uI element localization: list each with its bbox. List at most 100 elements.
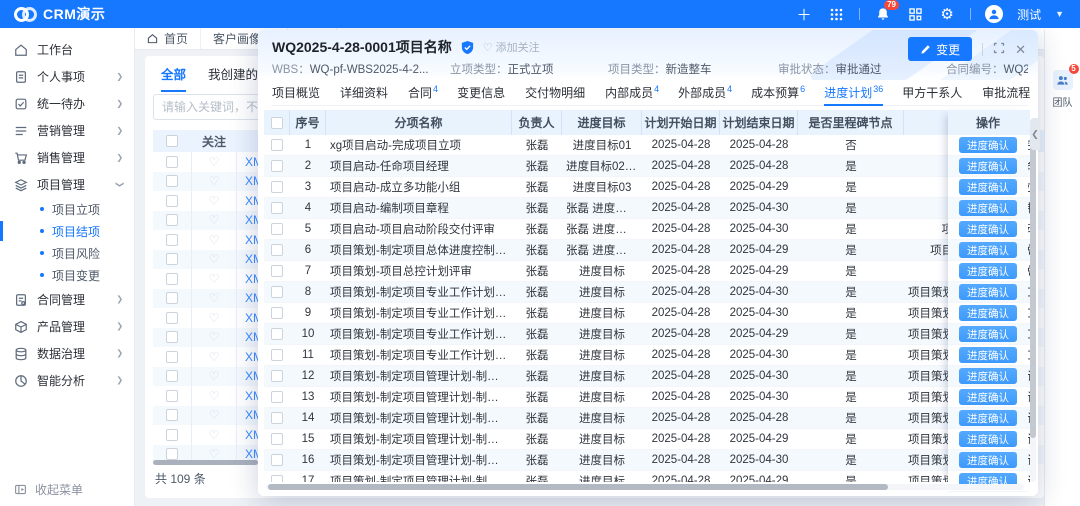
detail-tab[interactable]: 外部成员4 (678, 82, 732, 105)
progress-confirm-button[interactable]: 进度确认 (959, 158, 1017, 174)
row-checkbox[interactable] (271, 307, 283, 319)
table-row[interactable]: 11 项目策划-制定项目专业工作计划-制定产品生产计划 张磊 进度目标 2025… (264, 345, 1030, 366)
table-row[interactable]: 2 项目启动-任命项目经理 张磊 进度目标02进度目标... 2025-04-2… (264, 156, 1030, 177)
sidebar-item-marketing[interactable]: 营销管理 ❯ (0, 117, 134, 144)
sidebar-subitem[interactable]: 项目立项 (0, 198, 134, 220)
favorite-heart-icon[interactable]: ♡ (191, 289, 237, 309)
row-checkbox[interactable] (271, 244, 283, 256)
sidebar-item-data[interactable]: 数据治理 ❯ (0, 340, 134, 367)
progress-confirm-button[interactable]: 进度确认 (959, 284, 1017, 300)
row-checkbox[interactable] (166, 409, 178, 421)
row-checkbox[interactable] (271, 202, 283, 214)
row-checkbox[interactable] (271, 433, 283, 445)
row-checkbox[interactable] (271, 349, 283, 361)
row-checkbox[interactable] (166, 195, 178, 207)
select-all-checkbox[interactable] (166, 135, 178, 147)
favorite-heart-icon[interactable]: ♡ (191, 386, 237, 406)
sidebar-item-sales[interactable]: 销售管理 ❯ (0, 144, 134, 171)
row-checkbox[interactable] (271, 223, 283, 235)
table-vertical-scrollbar[interactable] (1030, 136, 1036, 482)
collapse-menu-button[interactable]: 收起菜单 (0, 481, 134, 498)
select-all-checkbox[interactable] (271, 117, 283, 129)
favorite-heart-icon[interactable]: ♡ (191, 308, 237, 328)
table-row[interactable]: 4 项目启动-编制项目章程 张磊 张磊 进度目标04 2025-04-28 20… (264, 198, 1030, 219)
list-horizontal-scrollbar[interactable] (153, 460, 258, 465)
detail-tab[interactable]: 变更信息 (457, 82, 506, 105)
table-row[interactable]: 9 项目策划-制定项目专业工作计划-制定工艺输出计划 张磊 进度目标 2025-… (264, 303, 1030, 324)
user-avatar[interactable] (985, 5, 1003, 23)
row-checkbox[interactable] (271, 139, 283, 151)
row-checkbox[interactable] (166, 234, 178, 246)
detail-tab[interactable]: 合同4 (408, 82, 438, 105)
table-row[interactable]: 17 项目策划-制定项目管理计划-制定项目采购管理计划 张磊 进度目标 2025… (264, 471, 1030, 482)
row-checkbox[interactable] (166, 370, 178, 382)
table-horizontal-scrollbar[interactable] (266, 484, 1024, 490)
table-row[interactable]: 12 项目策划-制定项目管理计划-制定项目成本管理计划 张磊 进度目标 2025… (264, 366, 1030, 387)
favorite-heart-icon[interactable]: ♡ (191, 172, 237, 192)
sidebar-item-product[interactable]: 产品管理 ❯ (0, 313, 134, 340)
progress-confirm-button[interactable]: 进度确认 (959, 410, 1017, 426)
row-checkbox[interactable] (166, 448, 178, 460)
row-checkbox[interactable] (271, 181, 283, 193)
row-checkbox[interactable] (166, 351, 178, 363)
team-icon[interactable]: 5 (1053, 70, 1073, 90)
tab-home[interactable]: 首页 (135, 28, 201, 49)
progress-confirm-button[interactable]: 进度确认 (959, 431, 1017, 447)
favorite-heart-icon[interactable]: ♡ (191, 191, 237, 211)
row-checkbox[interactable] (271, 454, 283, 466)
row-checkbox[interactable] (166, 312, 178, 324)
detail-tab[interactable]: 内部成员4 (605, 82, 659, 105)
row-checkbox[interactable] (271, 370, 283, 382)
detail-tab[interactable]: 甲方干系人 (902, 82, 963, 105)
row-checkbox[interactable] (271, 391, 283, 403)
progress-confirm-button[interactable]: 进度确认 (959, 347, 1017, 363)
favorite-heart-icon[interactable]: ♡ (191, 269, 237, 289)
progress-confirm-button[interactable]: 进度确认 (959, 263, 1017, 279)
favorite-heart-icon[interactable]: ♡ (191, 425, 237, 445)
table-row[interactable]: 5 项目启动-项目启动阶段交付评审 张磊 张磊 进度目标05 2025-04-2… (264, 219, 1030, 240)
row-checkbox[interactable] (166, 253, 178, 265)
favorite-heart-icon[interactable]: ♡ (191, 152, 237, 172)
progress-confirm-button[interactable]: 进度确认 (959, 179, 1017, 195)
table-row[interactable]: 16 项目策划-制定项目管理计划-制定项目沟通管理计划 张磊 进度目标 2025… (264, 450, 1030, 471)
settings-gear-icon[interactable]: ⚙ (938, 5, 956, 23)
favorite-heart-icon[interactable]: ♡ (191, 328, 237, 348)
progress-confirm-button[interactable]: 进度确认 (959, 305, 1017, 321)
progress-confirm-button[interactable]: 进度确认 (959, 137, 1017, 153)
table-row[interactable]: 6 项目策划-制定项目总体进度控制计划 张磊 张磊 进度目标06 2025-04… (264, 240, 1030, 261)
row-checkbox[interactable] (271, 286, 283, 298)
horizontal-scroll-thumb[interactable] (268, 484, 888, 490)
detail-tab[interactable]: 成本预算6 (751, 82, 805, 105)
row-checkbox[interactable] (166, 390, 178, 402)
sidebar-item-project[interactable]: 项目管理 ❯ (0, 171, 134, 198)
add-icon[interactable]: ＋ (795, 5, 813, 23)
change-button[interactable]: 变更 (908, 37, 972, 61)
row-checkbox[interactable] (166, 331, 178, 343)
sidebar-item-workbench[interactable]: 工作台 (0, 36, 134, 63)
row-checkbox[interactable] (271, 475, 283, 482)
favorite-heart-icon[interactable]: ♡ (191, 230, 237, 250)
progress-confirm-button[interactable]: 进度确认 (959, 221, 1017, 237)
progress-confirm-button[interactable]: 进度确认 (959, 326, 1017, 342)
detail-tab[interactable]: 详细资料 (340, 82, 389, 105)
row-checkbox[interactable] (166, 214, 178, 226)
favorite-heart-icon[interactable]: ♡ (191, 367, 237, 387)
table-row[interactable]: 3 项目启动-成立多功能小组 张磊 进度目标03 2025-04-28 2025… (264, 177, 1030, 198)
table-row[interactable]: 10 项目策划-制定项目专业工作计划-制定物资采购计划 张磊 进度目标 2025… (264, 324, 1030, 345)
notification-bell-icon[interactable]: 79 (874, 5, 892, 23)
sidebar-subitem[interactable]: 项目结项 (0, 220, 134, 242)
fullscreen-icon[interactable] (993, 42, 1005, 56)
table-row[interactable]: 14 项目策划-制定项目管理计划-制定项目风险管理计划 张磊 进度目标 2025… (264, 408, 1030, 429)
sidebar-subitem[interactable]: 项目风险 (0, 242, 134, 264)
collapse-drawer-handle[interactable]: ❮ (1030, 118, 1040, 150)
detail-tab[interactable]: 审批流程 (982, 82, 1031, 105)
row-checkbox[interactable] (166, 292, 178, 304)
close-modal-icon[interactable]: ✕ (1015, 43, 1026, 56)
table-row[interactable]: 15 项目策划-制定项目管理计划-制定项目人力资源管... 张磊 进度目标 20… (264, 429, 1030, 450)
user-menu-caret-icon[interactable]: ▼ (1055, 9, 1064, 19)
table-row[interactable]: 1 xg项目启动-完成项目立项 张磊 进度目标01 2025-04-28 202… (264, 135, 1030, 156)
sidebar-subitem[interactable]: 项目变更 (0, 264, 134, 286)
grid-menu-icon[interactable] (827, 5, 845, 23)
user-name[interactable]: 测试 (1017, 6, 1041, 23)
favorite-heart-icon[interactable]: ♡ (191, 211, 237, 231)
